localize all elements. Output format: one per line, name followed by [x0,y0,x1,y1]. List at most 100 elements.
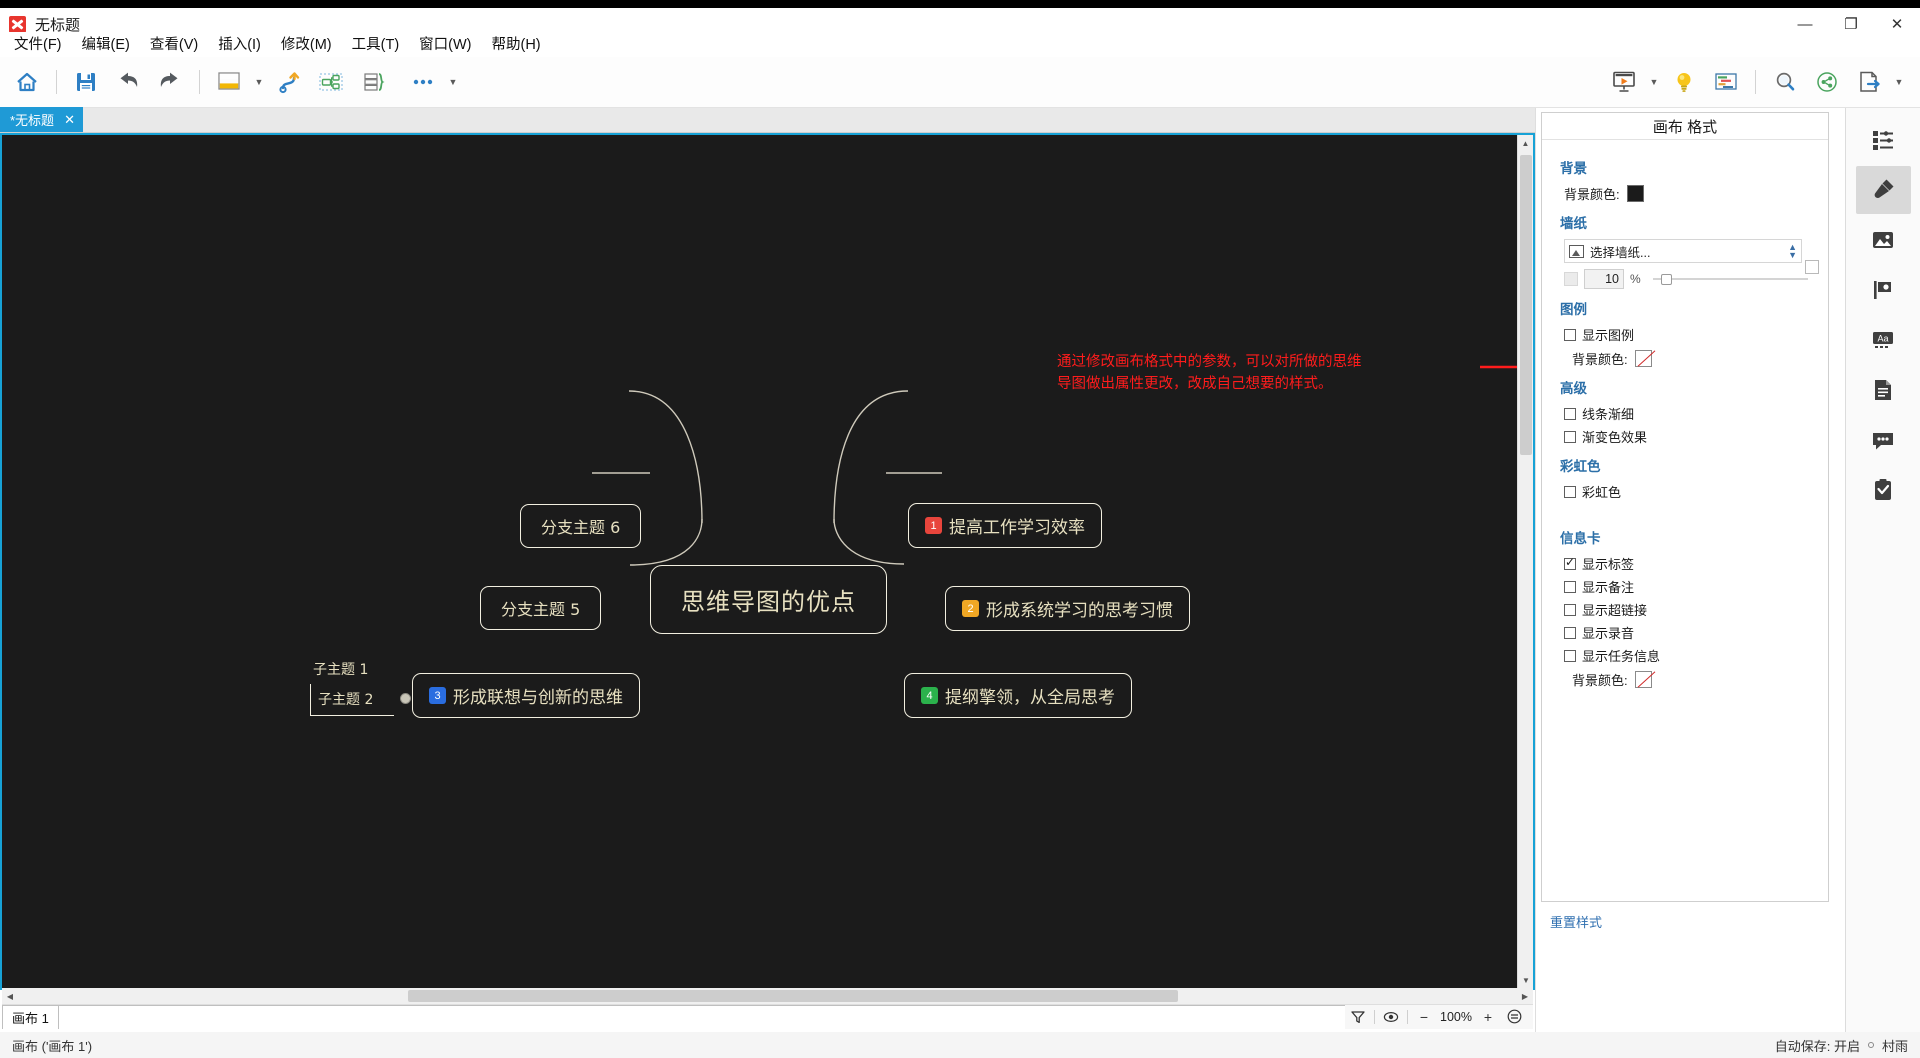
more-dropdown-caret[interactable]: ▼ [444,61,462,103]
structure-button[interactable] [268,61,310,103]
canvas-vertical-scrollbar[interactable]: ▲ ▼ [1517,135,1533,988]
status-bar: 画布 ('画布 1') 自动保存: 开启 村雨 [0,1032,1920,1058]
presentation-dropdown-caret[interactable]: ▼ [1645,61,1663,103]
structure-icon [278,72,299,94]
eye-icon[interactable] [1378,1006,1404,1028]
brainstorm-button[interactable] [1663,61,1705,103]
presentation-button[interactable] [1603,61,1645,103]
save-button[interactable] [65,61,107,103]
checkbox-tapered-lines-box[interactable] [1564,407,1576,420]
mindmap-canvas-area[interactable]: 通过修改画布格式中的参数，可以对所做的思维 导图做出属性更改，改成自己想要的样式… [0,133,1535,990]
sheet-empty-area[interactable] [58,1004,1345,1029]
mindmap-node-item3[interactable]: 3 形成联想与创新的思维 [412,673,640,718]
checkbox-show-task-info[interactable]: 显示任务信息 [1564,646,1812,665]
menu-edit[interactable]: 编辑(E) [72,33,140,57]
checkbox-show-hyperlink-box[interactable] [1564,603,1576,616]
canvas-scroll-down-arrow[interactable]: ▼ [1518,972,1533,988]
filter-icon[interactable] [1345,1006,1371,1028]
infocard-background-color-swatch[interactable] [1634,671,1652,688]
mindmap-node-item2[interactable]: 2 形成系统学习的思考习惯 [945,586,1190,631]
mindmap-collapse-toggle[interactable] [400,693,411,704]
export-dropdown-caret[interactable]: ▼ [1890,61,1908,103]
wallpaper-spinner-icon[interactable]: ▲ ▼ [1788,243,1797,260]
checkbox-gradient-effect[interactable]: 渐变色效果 [1564,427,1812,446]
checkbox-tapered-lines[interactable]: 线条渐细 [1564,404,1812,423]
more-button[interactable] [402,61,444,103]
mindmap-node-root[interactable]: 思维导图的优点 [650,565,887,634]
search-button[interactable] [1764,61,1806,103]
home-button[interactable] [6,61,48,103]
canvas-scroll-right-arrow[interactable]: ▶ [1517,992,1533,1001]
checkbox-show-notes[interactable]: 显示备注 [1564,577,1812,596]
theme-dropdown-caret[interactable]: ▼ [250,61,268,103]
menu-modify[interactable]: 修改(M) [271,33,342,57]
sheet-tab-label: 画布 1 [12,1010,49,1026]
export-button[interactable] [1848,61,1890,103]
checkbox-rainbow[interactable]: 彩虹色 [1564,482,1812,501]
undo-button[interactable] [107,61,149,103]
menu-help[interactable]: 帮助(H) [482,33,551,57]
boundary-button[interactable] [352,61,394,103]
checkbox-show-legend-box[interactable] [1564,328,1576,341]
rail-button-comment[interactable] [1856,416,1911,464]
canvas-vertical-scroll-thumb[interactable] [1520,155,1532,455]
zoom-out-button[interactable]: − [1411,1006,1437,1028]
checkbox-show-task-info-box[interactable] [1564,649,1576,662]
infocard-background-color-row[interactable]: 背景颜色: [1572,670,1812,689]
rail-button-notes[interactable] [1856,366,1911,414]
checkbox-gradient-effect-box[interactable] [1564,430,1576,443]
sheet-tab-canvas1[interactable]: 画布 1 [2,1004,59,1029]
canvas-horizontal-scroll-thumb[interactable] [408,990,1178,1002]
canvas-scroll-left-arrow[interactable]: ◀ [2,992,18,1001]
theme-icon [218,72,240,90]
checkbox-show-audio[interactable]: 显示录音 [1564,623,1812,642]
menu-window[interactable]: 窗口(W) [409,33,481,57]
background-color-swatch[interactable] [1626,185,1644,202]
mindmap-node-item1[interactable]: 1 提高工作学习效率 [908,503,1102,548]
menu-tools[interactable]: 工具(T) [342,33,410,57]
mindmap-node-branch6[interactable]: 分支主题 6 [520,504,642,548]
rail-button-task[interactable] [1856,466,1911,514]
checkbox-show-notes-box[interactable] [1564,580,1576,593]
checkbox-show-hyperlink[interactable]: 显示超链接 [1564,600,1812,619]
menu-insert[interactable]: 插入(I) [208,33,271,57]
wallpaper-opacity-value[interactable]: 10 [1584,269,1624,289]
redo-button[interactable] [149,61,191,103]
gantt-button[interactable] [1705,61,1747,103]
canvas-horizontal-scrollbar[interactable]: ◀ ▶ [2,988,1533,1004]
wallpaper-opacity-slider[interactable] [1652,272,1809,286]
canvas-hscroll-track[interactable] [18,988,1517,1004]
mindmap-node-item4[interactable]: 4 提纲擎领，从全局思考 [904,673,1132,718]
checkbox-rainbow-box[interactable] [1564,485,1576,498]
menu-file[interactable]: 文件(F) [4,33,72,57]
share-button[interactable] [1806,61,1848,103]
rail-button-marker[interactable] [1856,266,1911,314]
group-heading-advanced: 高级 [1560,381,1587,396]
checkbox-show-legend[interactable]: 显示图例 [1564,325,1812,344]
wallpaper-opacity-slider-knob[interactable] [1660,274,1672,285]
rail-button-outline[interactable] [1856,116,1911,164]
legend-background-color-swatch[interactable] [1634,350,1652,367]
checkbox-show-audio-box[interactable] [1564,626,1576,639]
document-tab-untitled[interactable]: *无标题 ✕ [0,107,83,132]
mindmap-subtopic-2[interactable]: 子主题 2 [310,684,394,716]
wallpaper-select-combo[interactable]: 选择墙纸... ▲ ▼ [1564,239,1802,263]
fit-screen-icon[interactable] [1501,1006,1527,1028]
theme-button[interactable] [208,61,250,103]
zoom-in-button[interactable]: + [1475,1006,1501,1028]
checkbox-show-labels[interactable]: 显示标签 [1564,554,1812,573]
wallpaper-opacity-row[interactable]: 10 % [1564,269,1812,289]
menu-view[interactable]: 查看(V) [140,33,208,57]
legend-background-color-row[interactable]: 背景颜色: [1572,349,1812,368]
rail-button-image[interactable] [1856,216,1911,264]
mindmap-node-branch5[interactable]: 分支主题 5 [480,586,602,630]
rail-button-text[interactable]: Aa [1856,316,1911,364]
mindmap-canvas[interactable]: 通过修改画布格式中的参数，可以对所做的思维 导图做出属性更改，改成自己想要的样式… [2,135,1533,988]
checkbox-show-labels-box[interactable] [1564,555,1576,570]
reset-style-link[interactable]: 重置样式 [1550,912,1602,931]
document-tab-close-icon[interactable]: ✕ [64,112,75,128]
background-color-row[interactable]: 背景颜色: [1564,184,1812,203]
rail-button-style[interactable] [1855,166,1911,214]
relationship-button[interactable] [310,61,352,103]
canvas-scroll-up-arrow[interactable]: ▲ [1518,135,1533,151]
